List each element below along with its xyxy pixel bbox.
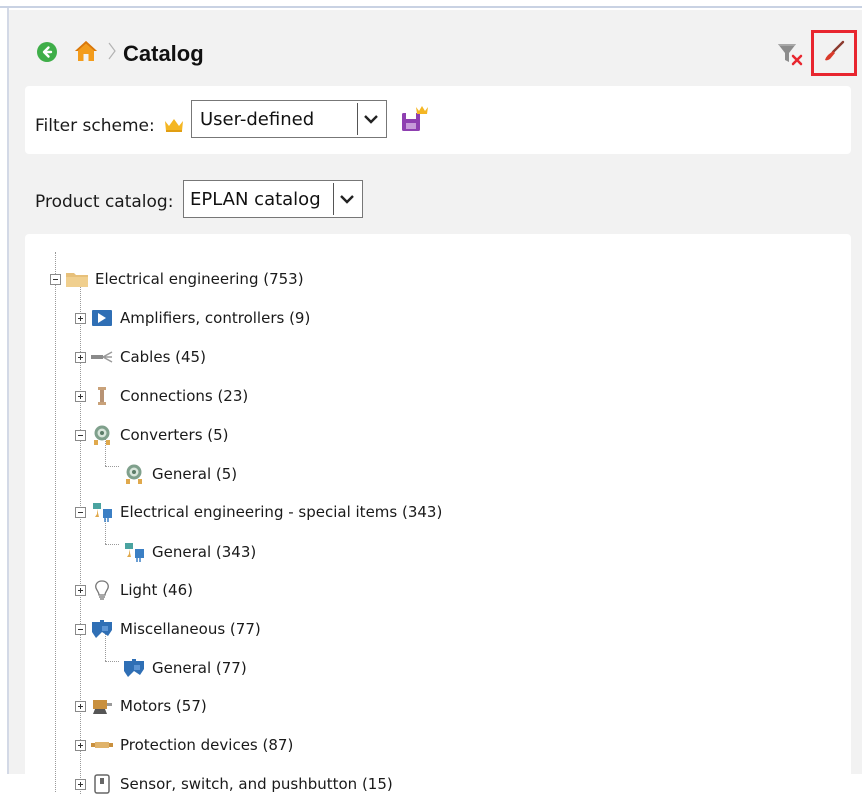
page-title: Catalog <box>123 41 204 66</box>
special-items-icon <box>90 501 114 523</box>
expand-toggle[interactable] <box>75 584 86 596</box>
tree-item-label: Converters (5) <box>120 426 229 444</box>
product-catalog-value: EPLAN catalog <box>190 189 321 210</box>
tree-item-label: Cables (45) <box>120 348 206 366</box>
expand-toggle[interactable] <box>75 739 86 751</box>
converter-icon <box>90 424 114 446</box>
tree-item-motors[interactable]: Motors (57) <box>75 693 207 719</box>
filter-scheme-select[interactable]: User-defined <box>191 100 387 138</box>
collapse-toggle[interactable] <box>75 429 86 441</box>
tree-connector <box>105 466 119 467</box>
converter-icon <box>122 463 146 485</box>
special-items-icon <box>122 541 146 563</box>
tree-item-connections[interactable]: Connections (23) <box>75 383 248 409</box>
cable-icon <box>90 346 114 368</box>
motor-icon <box>90 695 114 717</box>
tree-item-protection-devices[interactable]: Protection devices (87) <box>75 732 293 758</box>
panel-header: Catalog <box>9 30 862 76</box>
filter-clear-icon[interactable] <box>775 40 805 68</box>
chevron-down-icon[interactable] <box>333 183 360 215</box>
tree-item-amplifiers[interactable]: Amplifiers, controllers (9) <box>75 305 310 331</box>
collapse-toggle[interactable] <box>75 623 86 635</box>
expand-toggle[interactable] <box>75 778 86 790</box>
tree-item-label: Connections (23) <box>120 387 249 405</box>
puzzle-icon <box>90 618 114 640</box>
tree-connector <box>105 544 119 545</box>
fuse-icon <box>90 734 114 756</box>
home-icon[interactable] <box>73 38 99 64</box>
tree-item-special-items[interactable]: Electrical engineering - special items (… <box>75 499 442 525</box>
tree-item-electrical-engineering[interactable]: Electrical engineering (753) <box>50 266 304 292</box>
puzzle-icon <box>122 657 146 679</box>
crown-icon <box>163 116 185 134</box>
tree-item-label: Sensor, switch, and pushbutton (15) <box>120 775 393 793</box>
filter-scheme-label: Filter scheme: <box>35 116 155 136</box>
tree-item-converters-general[interactable]: General (5) <box>118 461 237 487</box>
breadcrumb-separator-icon <box>105 38 119 64</box>
tree-item-converters[interactable]: Converters (5) <box>75 422 229 448</box>
tree-item-miscellaneous[interactable]: Miscellaneous (77) <box>75 616 261 642</box>
tree-item-label: Motors (57) <box>120 697 207 715</box>
back-arrow-icon[interactable] <box>37 42 57 62</box>
edit-brush-button[interactable] <box>811 30 857 76</box>
save-scheme-icon[interactable] <box>399 104 429 134</box>
tree-item-label: General (77) <box>152 659 247 677</box>
tree-item-cables[interactable]: Cables (45) <box>75 344 206 370</box>
tree-item-miscellaneous-general[interactable]: General (77) <box>118 655 247 681</box>
tree-item-label: Electrical engineering (753) <box>95 270 304 288</box>
tree-connector <box>105 661 119 662</box>
tree-item-light[interactable]: Light (46) <box>75 577 193 603</box>
tree-item-label: Amplifiers, controllers (9) <box>120 309 311 327</box>
expand-toggle[interactable] <box>75 390 86 402</box>
product-catalog-label: Product catalog: <box>35 192 174 212</box>
catalog-panel: Catalog Filter scheme: User-defined Prod… <box>9 10 862 794</box>
collapse-toggle[interactable] <box>50 273 61 285</box>
connection-icon <box>90 385 114 407</box>
sensor-icon <box>90 773 114 794</box>
expand-toggle[interactable] <box>75 700 86 712</box>
expand-toggle[interactable] <box>75 351 86 363</box>
tree-item-label: Electrical engineering - special items (… <box>120 503 443 521</box>
collapse-toggle[interactable] <box>75 506 86 518</box>
catalog-tree: Electrical engineering (753) Amplifiers,… <box>25 234 851 794</box>
tree-item-special-items-general[interactable]: General (343) <box>118 539 256 565</box>
tree-item-label: General (5) <box>152 465 238 483</box>
brush-icon <box>822 39 846 67</box>
window-top-border <box>0 0 862 8</box>
tree-item-label: Protection devices (87) <box>120 736 294 754</box>
filter-scheme-value: User-defined <box>200 109 315 130</box>
expand-toggle[interactable] <box>75 312 86 324</box>
window-left-border <box>0 8 9 774</box>
folder-icon <box>65 268 89 290</box>
product-catalog-select[interactable]: EPLAN catalog <box>183 180 363 218</box>
filter-scheme-card: Filter scheme: User-defined <box>25 86 851 154</box>
tree-connector <box>55 252 56 792</box>
amplifier-icon <box>90 307 114 329</box>
chevron-down-icon[interactable] <box>357 103 384 135</box>
lightbulb-icon <box>90 579 114 601</box>
tree-item-sensor-switch-pushbutton[interactable]: Sensor, switch, and pushbutton (15) <box>75 771 393 794</box>
tree-item-label: General (343) <box>152 543 257 561</box>
tree-item-label: Miscellaneous (77) <box>120 620 261 638</box>
tree-item-label: Light (46) <box>120 581 193 599</box>
